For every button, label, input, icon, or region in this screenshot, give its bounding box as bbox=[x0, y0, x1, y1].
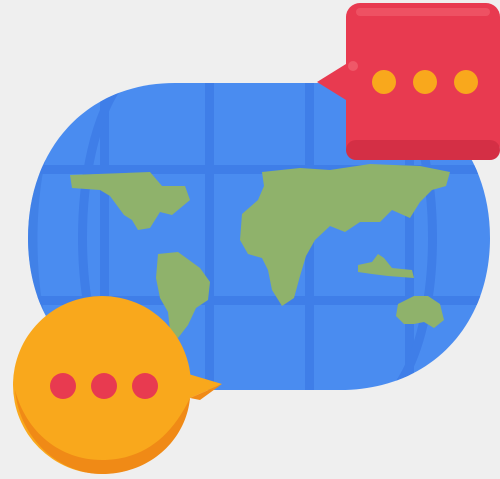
global-chat-icon bbox=[13, 3, 500, 474]
illustration-canvas bbox=[0, 0, 500, 479]
typing-dots-icon bbox=[372, 70, 478, 94]
typing-dots-icon bbox=[50, 373, 158, 399]
